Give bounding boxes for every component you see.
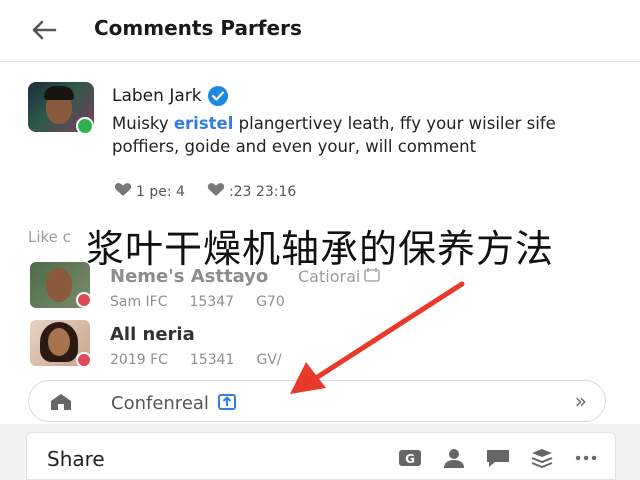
home-icon[interactable] (49, 393, 73, 415)
heart-icon (114, 182, 132, 201)
time-stat: :23 23:16 (207, 182, 296, 201)
verified-icon (207, 86, 228, 106)
row-meta: Sam IFC 15347 G70 (110, 294, 285, 310)
comment-body: Muisky eristel plangertivey leath, ffy y… (112, 112, 612, 158)
share-label[interactable]: Share (47, 447, 105, 471)
row-subtitle: Catiorai (298, 267, 381, 286)
comment-link[interactable]: eristel (174, 114, 234, 133)
input-label: Confenreal (111, 391, 237, 416)
overlay-caption: 浆叶干燥机轴承的保养方法 (85, 227, 554, 271)
comment-input-bar[interactable]: Confenreal » (28, 380, 606, 422)
online-badge (76, 117, 94, 135)
meta-item: 15341 (189, 352, 235, 368)
upload-icon[interactable] (217, 391, 237, 416)
chevron-right-icon[interactable]: » (575, 389, 587, 413)
meta-item: 15347 (189, 294, 235, 310)
person-icon[interactable] (441, 447, 467, 469)
row-name[interactable]: All neria (110, 324, 195, 345)
likes-count: 1 pe: 4 (136, 183, 185, 200)
avatar-face (48, 328, 70, 356)
row-name[interactable]: Neme's Asttayo (110, 266, 268, 287)
status-badge (76, 292, 92, 308)
row-subtitle-text: Catiorai (298, 267, 361, 286)
comment-text-before: Muisky (112, 114, 169, 133)
app-header: Comments Parfers (0, 0, 640, 62)
share-icons: G (397, 447, 599, 469)
share-bar: Share G (26, 432, 616, 480)
page-title: Comments Parfers (94, 16, 302, 40)
chat-icon[interactable] (485, 447, 511, 469)
time-value: :23 23:16 (228, 183, 297, 200)
meta-item: 2019 FC (110, 352, 168, 368)
svg-text:G: G (405, 452, 415, 466)
heart-icon (207, 182, 225, 201)
row-meta: 2019 FC 15341 GV/ (110, 352, 282, 368)
avatar-hair (44, 86, 74, 100)
comment-author[interactable]: Laben Jark (112, 86, 228, 106)
g-icon[interactable]: G (397, 447, 423, 469)
author-name: Laben Jark (112, 86, 202, 106)
input-label-text: Confenreal (111, 393, 209, 414)
back-arrow-icon[interactable] (28, 14, 60, 46)
meta-item: G70 (256, 294, 285, 310)
more-icon[interactable] (573, 447, 599, 469)
meta-item: Sam IFC (110, 294, 168, 310)
avatar-face (46, 268, 72, 302)
calendar-icon (364, 267, 381, 286)
comment-stats: 1 pe: 4 :23 23:16 (114, 182, 296, 201)
status-badge (76, 352, 92, 368)
likes-stat[interactable]: 1 pe: 4 (114, 182, 185, 201)
meta-item: GV/ (256, 352, 282, 368)
layers-icon[interactable] (529, 447, 555, 469)
